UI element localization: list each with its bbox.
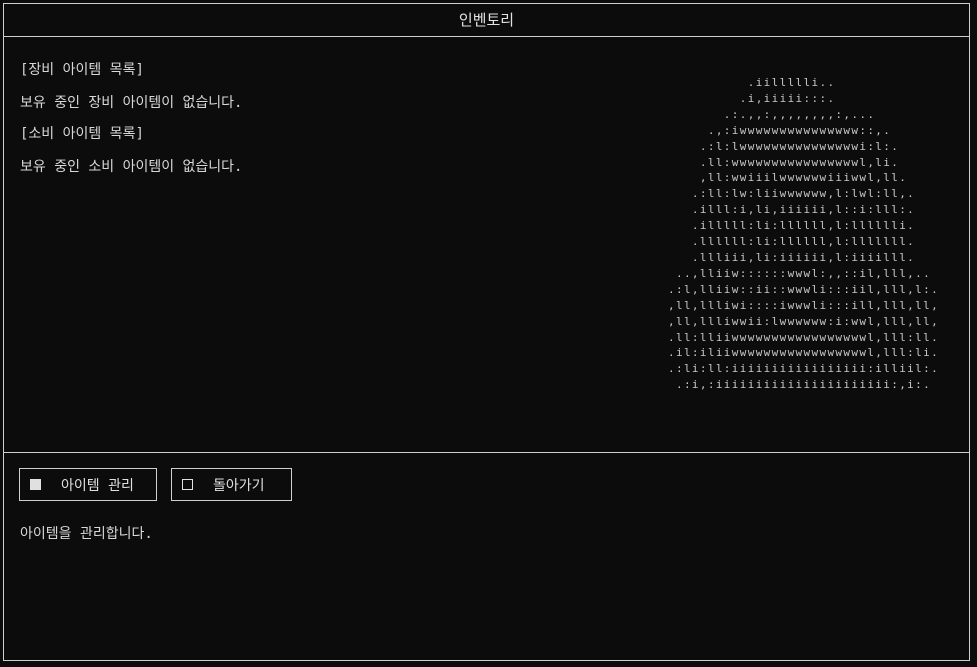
selected-square-icon: [30, 479, 41, 490]
inventory-main-pane: [장비 아이템 목록] 보유 중인 장비 아이템이 없습니다. [소비 아이템 …: [4, 37, 969, 453]
unselected-square-icon: [182, 479, 193, 490]
character-ascii-art: .iillllli.. .i,iiiii:::. .:.,,:,,,,,,,,:…: [668, 76, 940, 392]
manage-items-button[interactable]: 아이템 관리: [19, 468, 157, 501]
equipment-empty-message: 보유 중인 장비 아이템이 없습니다.: [20, 95, 243, 111]
back-button[interactable]: 돌아가기: [171, 468, 292, 501]
inventory-window: 인벤토리 [장비 아이템 목록] 보유 중인 장비 아이템이 없습니다. [소비…: [3, 3, 970, 661]
consumable-list-header: [소비 아이템 목록]: [20, 126, 144, 142]
menu-description: 아이템을 관리합니다.: [20, 526, 153, 542]
consumable-empty-message: 보유 중인 소비 아이템이 없습니다.: [20, 159, 243, 175]
equipment-list-header: [장비 아이템 목록]: [20, 62, 144, 78]
back-label: 돌아가기: [213, 477, 265, 494]
manage-items-label: 아이템 관리: [61, 477, 134, 494]
window-title: 인벤토리: [4, 4, 969, 37]
